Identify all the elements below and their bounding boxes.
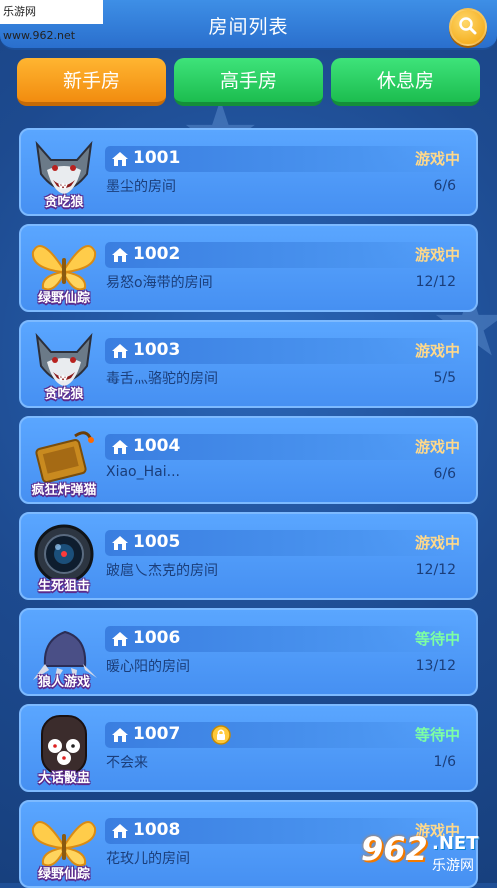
room-id: 1004 bbox=[133, 436, 181, 456]
search-button[interactable] bbox=[449, 8, 487, 46]
site-watermark: 乐游网 www.962.net bbox=[0, 0, 103, 42]
room-owner-name: 易怒o海带的房间 bbox=[106, 275, 213, 291]
room-owner-name: 墨尘的房间 bbox=[106, 179, 176, 195]
room-id: 1008 bbox=[133, 820, 181, 840]
house-icon bbox=[110, 439, 130, 459]
room-status: 游戏中 bbox=[414, 534, 460, 552]
room-owner-name: Xiao_Hai... bbox=[106, 464, 180, 480]
room-row-1001[interactable]: 贪吃狼 1001 游戏中墨尘的房间 6/6 bbox=[19, 128, 478, 216]
game-name: 疯狂炸弹猫 bbox=[31, 483, 97, 498]
room-id: 1003 bbox=[133, 340, 181, 360]
room-status: 游戏中 bbox=[414, 342, 460, 360]
room-id-bar: 1005 bbox=[105, 530, 465, 556]
room-owner-name: 暖心阳的房间 bbox=[106, 659, 190, 675]
room-owner-name: 花玫儿的房间 bbox=[106, 851, 190, 867]
house-icon bbox=[110, 151, 130, 171]
room-status: 游戏中 bbox=[414, 150, 460, 168]
game-name: 生死狙击 bbox=[37, 579, 90, 594]
player-count: 12/12 bbox=[415, 562, 456, 578]
house-icon bbox=[110, 343, 130, 363]
room-owner-name: 跛扈乀杰克的房间 bbox=[106, 563, 218, 579]
room-id-bar: 1003 bbox=[105, 338, 465, 364]
house-icon bbox=[110, 247, 130, 267]
room-row-1002[interactable]: 绿野仙踪 1002 游戏中易怒o海带的房间 12/12 bbox=[19, 224, 478, 312]
room-tabs: 新手房 高手房 休息房 bbox=[17, 58, 481, 108]
game-name: 大话骰盅 bbox=[37, 771, 90, 786]
game-name: 贪吃狼 bbox=[44, 195, 84, 210]
room-id-bar: 1007 bbox=[105, 722, 465, 748]
tab-rest[interactable]: 休息房 bbox=[331, 58, 480, 106]
player-count: 1/6 bbox=[433, 754, 456, 770]
room-id-bar: 1004 bbox=[105, 434, 465, 460]
tab-beginner[interactable]: 新手房 bbox=[17, 58, 166, 106]
lock-icon bbox=[211, 725, 231, 749]
room-status: 游戏中 bbox=[414, 246, 460, 264]
player-count: 13/12 bbox=[415, 658, 456, 674]
room-status: 等待中 bbox=[414, 726, 460, 744]
game-name: 绿野仙踪 bbox=[37, 867, 90, 882]
house-icon bbox=[110, 535, 130, 555]
game-name: 狼人游戏 bbox=[37, 675, 90, 690]
room-id: 1002 bbox=[133, 244, 181, 264]
room-id-bar: 1006 bbox=[105, 626, 465, 652]
tab-expert[interactable]: 高手房 bbox=[174, 58, 323, 106]
room-id: 1005 bbox=[133, 532, 181, 552]
room-owner-name: 不会来 bbox=[106, 755, 148, 771]
room-id: 1006 bbox=[133, 628, 181, 648]
room-row-1004[interactable]: 疯狂炸弹猫 1004 游戏中 Xiao_Hai... 6/6 bbox=[19, 416, 478, 504]
game-name: 贪吃狼 bbox=[44, 387, 84, 402]
player-count: 6/6 bbox=[433, 178, 456, 194]
house-icon bbox=[110, 727, 130, 747]
room-id: 1001 bbox=[133, 148, 181, 168]
logo-sitename: 乐游网 bbox=[432, 858, 474, 874]
room-row-1005[interactable]: 生死狙击 1005 游戏中跛扈乀杰克的房间 12/12 bbox=[19, 512, 478, 600]
player-count: 12/12 bbox=[415, 274, 456, 290]
player-count: 5/5 bbox=[433, 370, 456, 386]
room-status: 游戏中 bbox=[414, 438, 460, 456]
search-icon bbox=[459, 17, 477, 35]
house-icon bbox=[110, 823, 130, 843]
room-row-1007[interactable]: 大话骰盅 1007 等待中不会来 1/6 bbox=[19, 704, 478, 792]
room-status: 等待中 bbox=[414, 630, 460, 648]
room-owner-name: 毒舌灬骆驼的房间 bbox=[106, 371, 218, 387]
site-logo-watermark: 962 .NET 乐游网 bbox=[357, 828, 493, 880]
player-count: 6/6 bbox=[433, 466, 456, 482]
room-id: 1007 bbox=[133, 724, 181, 744]
logo-domain: .NET bbox=[432, 833, 479, 854]
room-id-bar: 1001 bbox=[105, 146, 465, 172]
room-row-1003[interactable]: 贪吃狼 1003 游戏中毒舌灬骆驼的房间 5/5 bbox=[19, 320, 478, 408]
house-icon bbox=[110, 631, 130, 651]
room-id-bar: 1002 bbox=[105, 242, 465, 268]
logo-number: 962 bbox=[361, 830, 428, 868]
room-row-1006[interactable]: 狼人游戏 1006 等待中暖心阳的房间 13/12 bbox=[19, 608, 478, 696]
game-name: 绿野仙踪 bbox=[37, 291, 90, 306]
